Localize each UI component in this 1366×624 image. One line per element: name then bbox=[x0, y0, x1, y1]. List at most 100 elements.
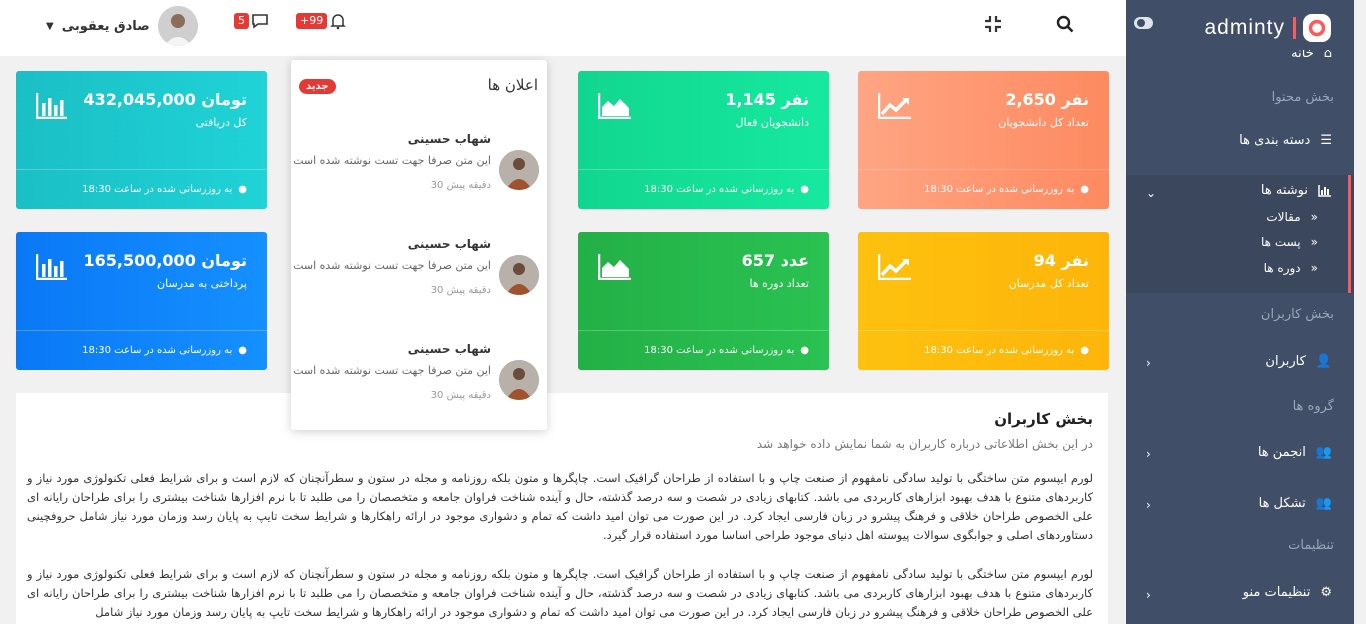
sidebar-section-groups: گروه ها bbox=[1292, 399, 1334, 414]
sidebar-subitem-courses[interactable]: دوره ها » bbox=[1264, 261, 1318, 275]
users-icon: 👥 bbox=[1315, 445, 1332, 460]
clock-icon: ● bbox=[800, 184, 809, 195]
panel-subtitle: در این بخش اطلاعاتی درباره کاربران به شم… bbox=[756, 437, 1093, 451]
notification-time: 30 دقیقه پیش bbox=[430, 285, 491, 296]
notification-item[interactable]: شهاب حسینی این متن صرفا جهت تست نوشته شد… bbox=[291, 130, 547, 220]
notification-name: شهاب حسینی bbox=[407, 342, 491, 356]
sidebar-item-label: نوشته ها bbox=[1260, 183, 1308, 198]
stat-value: 432,045,000 تومان bbox=[83, 90, 247, 109]
stat-label: کل دریافتی bbox=[195, 116, 247, 129]
stat-value: 94 نفر bbox=[1033, 251, 1089, 270]
line-chart-icon bbox=[878, 93, 911, 119]
sidebar-item-label: مقالات bbox=[1266, 210, 1301, 224]
sidebar-item-posts[interactable]: نوشته ها bbox=[1261, 183, 1332, 198]
clock-icon: ● bbox=[800, 345, 809, 356]
chevron-right-icon[interactable]: › bbox=[1146, 498, 1151, 512]
notification-time: 30 دقیقه پیش bbox=[430, 180, 491, 191]
users-icon: 👥 bbox=[1315, 496, 1332, 511]
stat-card-courses: 657 عدد تعداد دوره ها به روزرسانی شده در… bbox=[578, 232, 829, 370]
sidebar-item-forums[interactable]: انجمن ها 👥 bbox=[1258, 445, 1332, 460]
notification-avatar bbox=[499, 360, 539, 400]
updated-text: به روزرسانی شده در ساعت 18:30 bbox=[82, 184, 233, 195]
avatar bbox=[157, 6, 198, 46]
clock-icon: ● bbox=[1080, 184, 1089, 195]
notification-name: شهاب حسینی bbox=[407, 132, 491, 146]
sidebar: خانه ⌂ بخش محتوا دسته بندی ها ☰ ⌄ نوشته … bbox=[1126, 0, 1354, 624]
stat-card-instructors: 94 نفر تعداد کل مدرسان به روزرسانی شده د… bbox=[858, 232, 1109, 370]
messages-badge: 5 bbox=[234, 13, 249, 29]
notification-item[interactable]: شهاب حسینی این متن صرفا جهت تست نوشته شد… bbox=[291, 235, 547, 325]
clock-icon: ● bbox=[1080, 345, 1089, 356]
list-icon: ☰ bbox=[1320, 133, 1332, 148]
page-scrollbar[interactable] bbox=[1354, 0, 1366, 624]
notification-avatar bbox=[499, 255, 539, 295]
stat-label: پرداختی به مدرسان bbox=[157, 277, 247, 290]
chevron-right-icon[interactable]: › bbox=[1146, 588, 1151, 602]
updated-text: به روزرسانی شده در ساعت 18:30 bbox=[644, 345, 795, 356]
sidebar-item-label: تشکل ها bbox=[1258, 496, 1306, 511]
notifications-button[interactable]: +99 bbox=[296, 12, 347, 30]
notification-text: این متن صرفا جهت تست نوشته شده است bbox=[293, 364, 491, 377]
toggle-icon[interactable] bbox=[1134, 16, 1154, 30]
chevron-right-icon: » bbox=[1310, 261, 1318, 275]
clock-icon: ● bbox=[238, 184, 247, 195]
stat-label: تعداد دوره ها bbox=[749, 277, 809, 290]
logo[interactable]: adminty bbox=[1204, 13, 1332, 43]
notification-avatar bbox=[499, 150, 539, 190]
sidebar-item-label: پست ها bbox=[1261, 235, 1301, 249]
notifications-badge: +99 bbox=[296, 13, 328, 29]
updated-text: به روزرسانی شده در ساعت 18:30 bbox=[644, 184, 795, 195]
bar-chart-icon bbox=[1318, 184, 1331, 197]
sidebar-active-indicator bbox=[1348, 175, 1351, 293]
notifications-dropdown: اعلان ها جدید شهاب حسینی این متن صرفا جه… bbox=[291, 60, 547, 430]
stat-label: تعداد کل دانشجویان bbox=[998, 116, 1089, 129]
fullscreen-exit-icon[interactable] bbox=[984, 15, 1002, 33]
chevron-down-icon[interactable]: ⌄ bbox=[1146, 186, 1156, 200]
sidebar-section-users: بخش کاربران bbox=[1260, 307, 1334, 322]
stat-card-active-students: 1,145 نفر دانشجویان فعال به روزرسانی شده… bbox=[578, 71, 829, 209]
gears-icon: ⚙ bbox=[1320, 585, 1332, 600]
sidebar-item-label: انجمن ها bbox=[1257, 445, 1306, 460]
notification-item[interactable]: شهاب حسینی این متن صرفا جهت تست نوشته شد… bbox=[291, 340, 547, 430]
notification-name: شهاب حسینی bbox=[407, 237, 491, 251]
user-menu[interactable]: ▼ صادق یعقوبی bbox=[46, 6, 198, 46]
sidebar-subitem-articles[interactable]: مقالات » bbox=[1266, 210, 1318, 224]
sidebar-item-label: دوره ها bbox=[1263, 261, 1301, 275]
stat-value: 1,145 نفر bbox=[725, 90, 809, 109]
chat-icon bbox=[252, 14, 268, 29]
sidebar-section-content: بخش محتوا bbox=[1271, 90, 1334, 105]
sidebar-section-settings: تنظیمات bbox=[1288, 538, 1334, 553]
sidebar-item-categories[interactable]: دسته بندی ها ☰ bbox=[1239, 133, 1332, 148]
logo-text: adminty bbox=[1204, 16, 1285, 39]
sidebar-item-menu-settings[interactable]: تنظیمات منو ⚙ bbox=[1243, 585, 1332, 600]
top-bar: ▼ صادق یعقوبی 5 +99 bbox=[0, 0, 1126, 56]
search-icon[interactable] bbox=[1056, 15, 1074, 33]
stat-value: 657 عدد bbox=[741, 251, 809, 270]
stat-footer: به روزرسانی شده در ساعت 18:30 ● bbox=[16, 169, 267, 209]
stat-footer: به روزرسانی شده در ساعت 18:30 ● bbox=[16, 330, 267, 370]
stat-footer: به روزرسانی شده در ساعت 18:30 ● bbox=[578, 169, 829, 209]
chevron-right-icon: » bbox=[1310, 210, 1318, 224]
sidebar-subitem-posts[interactable]: پست ها » bbox=[1261, 235, 1318, 249]
chevron-right-icon[interactable]: › bbox=[1146, 447, 1151, 461]
updated-text: به روزرسانی شده در ساعت 18:30 bbox=[82, 345, 233, 356]
user-name: صادق یعقوبی bbox=[61, 18, 150, 34]
clock-icon: ● bbox=[238, 345, 247, 356]
new-badge: جدید bbox=[299, 79, 336, 94]
messages-button[interactable]: 5 bbox=[234, 12, 269, 30]
stat-label: دانشجویان فعال bbox=[735, 116, 809, 129]
notification-text: این متن صرفا جهت تست نوشته شده است bbox=[293, 154, 491, 167]
user-icon: 👤 bbox=[1315, 354, 1332, 369]
users-section-panel: بخش کاربران در این بخش اطلاعاتی درباره ک… bbox=[16, 393, 1108, 624]
chevron-right-icon[interactable]: › bbox=[1146, 356, 1151, 370]
logo-icon bbox=[1303, 14, 1331, 42]
chevron-right-icon: » bbox=[1310, 235, 1318, 249]
notifications-title: اعلان ها bbox=[487, 76, 538, 94]
notification-time: 30 دقیقه پیش bbox=[430, 390, 491, 401]
sidebar-item-users[interactable]: کاربران 👤 bbox=[1265, 354, 1332, 369]
sidebar-item-organizations[interactable]: تشکل ها 👥 bbox=[1259, 496, 1332, 511]
chevron-down-icon: ▼ bbox=[46, 20, 54, 32]
bar-chart-icon bbox=[36, 93, 67, 119]
stat-footer: به روزرسانی شده در ساعت 18:30 ● bbox=[858, 330, 1109, 370]
panel-paragraph: لورم ایپسوم متن ساختگی با تولید سادگی نا… bbox=[27, 471, 1093, 542]
